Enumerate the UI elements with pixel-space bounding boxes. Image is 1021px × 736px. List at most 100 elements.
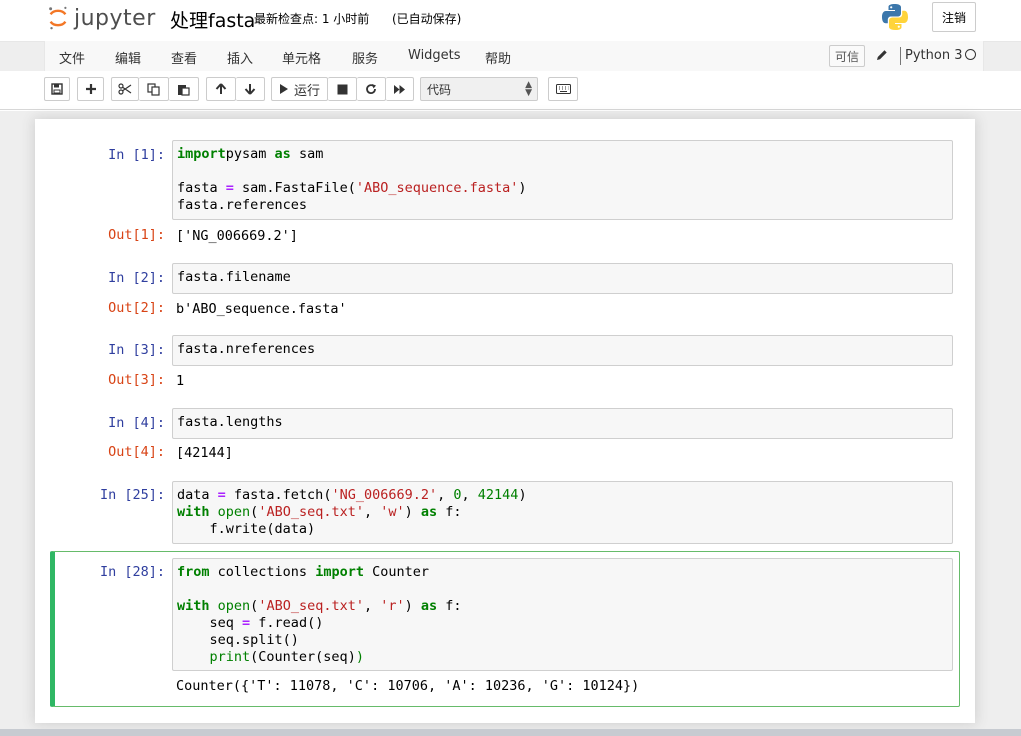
- cut-button[interactable]: [111, 77, 139, 101]
- code-token: fasta.lengths: [177, 414, 283, 430]
- code-input[interactable]: from collections import Counter with open…: [172, 558, 953, 671]
- code-token: fasta.nreferences: [177, 341, 316, 357]
- stop-button[interactable]: [328, 77, 357, 101]
- code-token: pysam: [225, 146, 267, 162]
- cell-type-select[interactable]: 代码 ▲ ▼: [420, 77, 538, 101]
- move-down-button[interactable]: [236, 77, 265, 101]
- code-line: data = fasta.fetch('NG_006669.2', 0, 421…: [177, 487, 948, 504]
- code-line: with open('ABO_seq.txt', 'r') as f:: [177, 598, 948, 615]
- code-token: 0: [453, 487, 462, 503]
- code-token: fasta.fetch(: [225, 487, 332, 503]
- input-prompt: In [1]:: [108, 147, 165, 163]
- python-logo-icon: [882, 4, 908, 30]
- code-token: ): [404, 598, 421, 614]
- menu-widgets[interactable]: Widgets: [408, 48, 461, 63]
- plus-icon: [85, 84, 96, 94]
- menu-help[interactable]: 帮助: [485, 48, 511, 67]
- code-token: =: [242, 615, 251, 631]
- input-prompt: In [3]:: [108, 342, 165, 358]
- code-line: fasta.references: [177, 197, 948, 214]
- code-token: sam: [290, 146, 324, 162]
- code-token: 'ABO_seq.txt': [258, 504, 364, 520]
- menu-edit[interactable]: 编辑: [115, 48, 141, 67]
- input-prompt: In [25]:: [99, 487, 165, 503]
- code-token: import: [315, 564, 364, 580]
- notebook-name[interactable]: 处理fasta: [170, 6, 255, 33]
- menu-file[interactable]: 文件: [59, 48, 85, 67]
- menu-kernel[interactable]: 服务: [352, 48, 378, 67]
- kernel-separator: [900, 47, 901, 65]
- code-line: importpysam as sam: [177, 146, 948, 163]
- code-token: =: [217, 487, 226, 503]
- arrow-up-icon: [215, 83, 227, 94]
- restart-run-all-button[interactable]: [386, 77, 414, 101]
- code-token: seq.split(): [177, 632, 299, 648]
- restart-icon: [366, 84, 376, 95]
- command-palette-button[interactable]: [548, 77, 578, 101]
- code-token: (Counter(seq): [250, 649, 356, 665]
- code-token: import: [177, 146, 226, 162]
- code-token: ,: [363, 504, 381, 520]
- code-line: fasta.filename: [177, 269, 948, 286]
- code-token: with: [177, 598, 210, 614]
- copy-button[interactable]: [139, 77, 169, 101]
- run-button[interactable]: 运行: [271, 77, 328, 101]
- code-token: as: [266, 146, 291, 162]
- move-up-button[interactable]: [206, 77, 236, 101]
- restart-button[interactable]: [357, 77, 386, 101]
- page-bottom-edge: [0, 729, 1021, 736]
- code-input[interactable]: data = fasta.fetch('NG_006669.2', 0, 421…: [172, 481, 953, 544]
- code-token: f:: [437, 504, 462, 520]
- trusted-indicator[interactable]: 可信: [829, 45, 866, 67]
- code-token: as: [420, 598, 438, 614]
- code-token: 'NG_006669.2': [331, 487, 438, 503]
- save-button[interactable]: [44, 77, 70, 101]
- run-label: 运行: [294, 83, 321, 99]
- code-input[interactable]: fasta.lengths: [172, 408, 953, 439]
- code-line: fasta.nreferences: [177, 341, 948, 358]
- code-input[interactable]: fasta.filename: [172, 263, 953, 294]
- input-prompt: In [28]:: [99, 564, 165, 580]
- checkpoint-status: 最新检查点: 1 小时前: [254, 12, 370, 26]
- output-prompt: Out[3]:: [108, 372, 165, 388]
- code-line: fasta = sam.FastaFile('ABO_sequence.fast…: [177, 180, 948, 197]
- arrow-down-icon: [244, 84, 256, 95]
- menu-cell[interactable]: 单元格: [282, 48, 321, 67]
- cell-output: [42144]: [176, 445, 233, 461]
- code-line: seq = f.read(): [177, 615, 948, 632]
- input-prompt: In [4]:: [108, 415, 165, 431]
- fast-forward-icon: [394, 84, 405, 94]
- menu-view[interactable]: 查看: [171, 48, 197, 67]
- cell-output: 1: [176, 373, 185, 389]
- code-token: seq: [177, 615, 243, 631]
- code-token: 'ABO_seq.txt': [258, 598, 364, 614]
- input-prompt: In [2]:: [108, 270, 165, 286]
- output-prompt: Out[4]:: [108, 444, 165, 460]
- code-input[interactable]: importpysam as sam fasta = sam.FastaFile(…: [172, 140, 953, 220]
- insert-cell-button[interactable]: [77, 77, 104, 101]
- toolbar-divider: [0, 109, 1021, 110]
- cut-icon: [118, 83, 132, 95]
- code-token: Counter: [363, 564, 429, 580]
- code-token: fasta.references: [177, 197, 308, 213]
- code-input[interactable]: fasta.nreferences: [172, 335, 953, 366]
- jupyter-logo[interactable]: jupyter: [46, 4, 156, 32]
- run-icon: [280, 84, 288, 94]
- code-token: f:: [437, 598, 462, 614]
- code-line: print(Counter(seq)): [177, 649, 948, 666]
- cell-output: Counter({'T': 11078, 'C': 10706, 'A': 10…: [176, 678, 640, 694]
- logo-text: jupyter: [74, 5, 156, 31]
- kernel-name[interactable]: Python 3: [905, 48, 962, 63]
- paste-button[interactable]: [169, 77, 199, 101]
- code-token: ,: [461, 487, 478, 503]
- code-line: fasta.lengths: [177, 414, 948, 431]
- pencil-icon[interactable]: [875, 48, 889, 62]
- code-token: data: [177, 487, 218, 503]
- menu-insert[interactable]: 插入: [227, 48, 253, 67]
- logout-button[interactable]: 注销: [932, 2, 976, 32]
- kernel-idle-icon: [965, 49, 976, 60]
- code-token: sam.FastaFile(: [233, 180, 356, 196]
